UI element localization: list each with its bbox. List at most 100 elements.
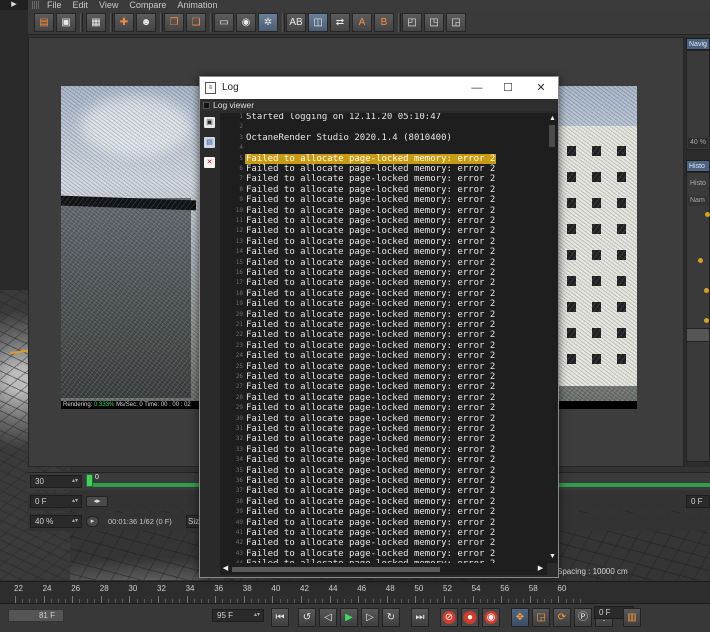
frame-ruler[interactable]: 22 24 26 28 30 32 34 36 38 40 42 44 46 48 50 52 54 56 58 60 [0,581,710,603]
log-line[interactable]: 35 Failed to allocate page-locked memory:… [220,466,547,476]
log-line[interactable]: 21 Failed to allocate page-locked memory:… [220,320,547,330]
layout-3-icon[interactable]: ◲ [446,13,466,32]
navigator-zoom-field[interactable]: 40 % [688,138,708,148]
log-line[interactable]: 41 Failed to allocate page-locked memory:… [220,528,547,538]
layout-2-icon[interactable]: ◳ [424,13,444,32]
rotate-key-icon[interactable]: ⟳ [553,608,571,627]
clipboard-icon[interactable]: ❏ [186,13,206,32]
prev-key-icon[interactable]: ↺ [298,608,316,627]
ab-swap-icon[interactable]: ⇄ [330,13,350,32]
scroll-thumb-h[interactable] [232,567,440,572]
log-line[interactable]: 34 Failed to allocate page-locked memory:… [220,455,547,465]
log-text-area[interactable]: 1 Started logging on 12.11.20 05:10:47 2 3 O… [220,113,547,563]
go-to-end-icon[interactable]: ⏭ [411,608,429,627]
record-key-icon[interactable]: ● [461,608,479,627]
ab-compare-icon[interactable]: AB [286,13,306,32]
log-line[interactable]: 11 Failed to allocate page-locked memory:… [220,216,547,226]
scroll-down-icon[interactable]: ▼ [548,552,557,561]
maximize-icon[interactable]: ☐ [495,79,521,97]
log-line[interactable]: 17 Failed to allocate page-locked memory:… [220,278,547,288]
layout-play-tab[interactable]: ▶ [0,0,28,10]
go-to-start-icon[interactable]: ⏮ [271,608,289,627]
log-line[interactable]: 14 Failed to allocate page-locked memory:… [220,247,547,257]
prev-frame-icon[interactable]: ◁ [319,608,337,627]
split-view-icon[interactable]: ◫ [308,13,328,32]
history-tab[interactable]: Histo [686,160,710,172]
log-horizontal-scrollbar[interactable]: ◀ ▶ [220,563,547,575]
user-icon[interactable]: ☻ [136,13,156,32]
spinner-icon[interactable]: ▴▾ [72,516,78,527]
log-line[interactable]: 13 Failed to allocate page-locked memory:… [220,237,547,247]
grid-view-icon[interactable]: ▦ [86,13,106,32]
play-icon[interactable]: ▸ [86,516,99,527]
menu-animation[interactable]: Animation [177,0,217,10]
next-frame-icon[interactable]: ▷ [361,608,379,627]
zoom-field[interactable]: 40 % ▴▾ [30,515,82,528]
film-strip-icon[interactable]: ▥ [623,608,641,627]
collapse-square-icon[interactable] [203,102,210,109]
log-line[interactable]: 22 Failed to allocate page-locked memory:… [220,330,547,340]
start-frame-field[interactable]: 81 F [8,609,64,622]
open-folder-icon[interactable]: ▤ [34,13,54,32]
log-line[interactable]: 27 Failed to allocate page-locked memory:… [220,382,547,392]
save-log-icon[interactable]: ▣ [204,117,215,128]
log-line[interactable]: 30 Failed to allocate page-locked memory:… [220,414,547,424]
log-line[interactable]: 8 Failed to allocate page-locked memory: … [220,185,547,195]
current-frame-marker[interactable] [86,474,93,487]
scroll-right-icon[interactable]: ▶ [536,564,545,574]
record-off-icon[interactable]: ⊘ [440,608,458,627]
save-icon[interactable]: ▣ [56,13,76,32]
history-subtab[interactable]: Histo [688,179,708,189]
clear-log-icon[interactable]: ✕ [204,157,215,168]
log-line[interactable]: 3 OctaneRender Studio 2020.1.4 (8010400) [220,133,547,143]
log-line[interactable]: 37 Failed to allocate page-locked memory:… [220,486,547,496]
log-line[interactable]: 23 Failed to allocate page-locked memory:… [220,341,547,351]
autokey-icon[interactable]: ◉ [482,608,500,627]
log-line[interactable]: 24 Failed to allocate page-locked memory:… [220,351,547,361]
menu-view[interactable]: View [99,0,118,10]
render-region-icon[interactable]: ✚ [114,13,134,32]
log-line[interactable]: 10 Failed to allocate page-locked memory:… [220,206,547,216]
log-line[interactable]: 42 Failed to allocate page-locked memory:… [220,538,547,548]
open-log-icon[interactable]: ▤ [204,137,215,148]
history-name-column[interactable]: Nam [688,196,708,206]
set-a-icon[interactable]: A [352,13,372,32]
timeline-nav-arrows[interactable]: ◂▸ [86,496,108,507]
log-line[interactable]: 36 Failed to allocate page-locked memory:… [220,476,547,486]
copy-icon[interactable]: ❐ [164,13,184,32]
minimize-icon[interactable]: — [464,79,490,97]
right-frame-field[interactable]: 0 F [686,495,710,508]
log-line[interactable]: 33 Failed to allocate page-locked memory:… [220,445,547,455]
render-view-icon[interactable]: ▭ [214,13,234,32]
history-selected-row[interactable] [686,328,710,342]
log-line[interactable]: 26 Failed to allocate page-locked memory:… [220,372,547,382]
log-vertical-scrollbar[interactable]: ▲ ▼ [547,113,558,563]
log-line[interactable]: 5 Failed to allocate page-locked memory: … [220,153,547,164]
next-key-icon[interactable]: ↻ [382,608,400,627]
log-line[interactable]: 2 [220,122,547,132]
menu-compare[interactable]: Compare [129,0,166,10]
set-b-icon[interactable]: B [374,13,394,32]
log-line[interactable]: 38 Failed to allocate page-locked memory:… [220,497,547,507]
scroll-thumb[interactable] [549,125,555,147]
log-line[interactable]: 40 Failed to allocate page-locked memory:… [220,518,547,528]
log-line[interactable]: 1 Started logging on 12.11.20 05:10:47 [220,113,547,122]
log-line[interactable]: 15 Failed to allocate page-locked memory:… [220,258,547,268]
spinner-icon[interactable]: ▴▾ [72,476,78,487]
log-line[interactable]: 39 Failed to allocate page-locked memory:… [220,507,547,517]
render-eye-icon[interactable]: ◉ [236,13,256,32]
spinner-icon[interactable]: ▴▾ [254,610,260,621]
navigator-tab[interactable]: Navig [686,38,710,50]
log-titlebar[interactable]: ≡ Log — ☐ ✕ [200,77,558,99]
frame-field[interactable]: 30 ▴▾ [30,475,82,488]
log-line[interactable]: 9 Failed to allocate page-locked memory: … [220,195,547,205]
move-key-icon[interactable]: ✥ [511,608,529,627]
log-line[interactable]: 20 Failed to allocate page-locked memory:… [220,310,547,320]
end-frame-field[interactable]: 95 F ▴▾ [212,609,264,622]
close-icon[interactable]: ✕ [528,79,554,97]
scroll-up-icon[interactable]: ▲ [548,114,557,123]
scroll-left-icon[interactable]: ◀ [221,564,230,574]
menu-edit[interactable]: Edit [73,0,89,10]
log-line[interactable]: 28 Failed to allocate page-locked memory:… [220,393,547,403]
log-line[interactable]: 25 Failed to allocate page-locked memory:… [220,362,547,372]
